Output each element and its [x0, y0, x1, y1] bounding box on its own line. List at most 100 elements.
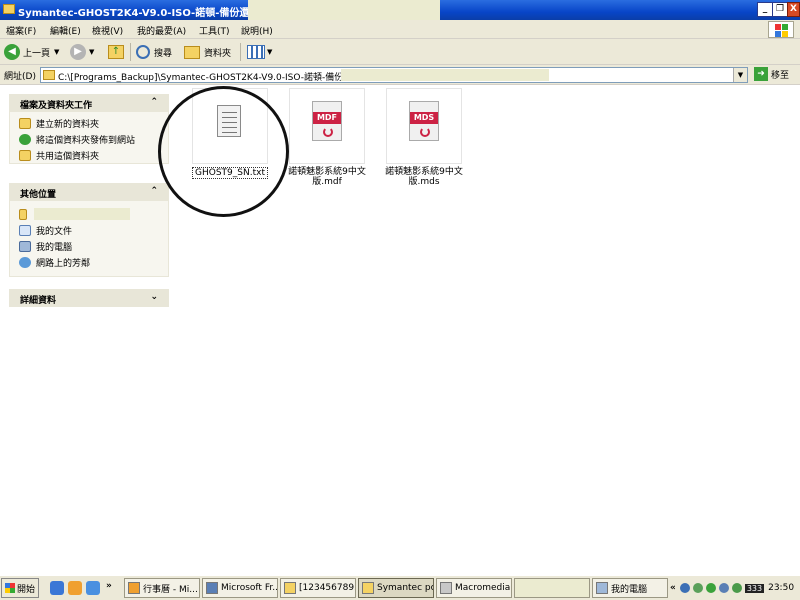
forward-button[interactable]: ▶ ▼	[70, 43, 94, 61]
computer-icon	[19, 241, 31, 252]
file-item-mds[interactable]: MDS 諾頓魅影系統9中文版.mds	[376, 88, 472, 187]
start-label: 開始	[17, 584, 36, 595]
taskbar-item-active[interactable]: Symantec pc...	[358, 578, 434, 598]
windows-logo-icon	[768, 21, 794, 38]
menu-view[interactable]: 檢視(V)	[92, 24, 123, 37]
file-name: 諾頓魅影系統9中文版.mdf	[288, 167, 366, 187]
file-item-mdf[interactable]: MDF 諾頓魅影系統9中文版.mdf	[279, 88, 375, 187]
network-icon[interactable]	[679, 583, 690, 593]
place-my-documents[interactable]: 我的文件	[19, 224, 72, 237]
volume-icon[interactable]	[718, 583, 729, 593]
new-folder-icon	[19, 118, 31, 129]
search-button[interactable]: 搜尋	[136, 43, 172, 61]
task-pane: 檔案及資料夾工作 ⌃ 建立新的資料夾 將這個資料夾發佈到網站 共用這個資料夾 其…	[0, 85, 180, 575]
frontpage-icon	[206, 582, 218, 594]
address-bar: 網址(D) C:\[Programs_Backup]\Symantec-GHOS…	[0, 65, 800, 85]
ie-icon[interactable]	[50, 581, 64, 595]
go-button[interactable]: ➜ 移至	[754, 67, 789, 81]
menu-tools[interactable]: 工具(T)	[199, 24, 230, 37]
place-my-computer[interactable]: 我的電腦	[19, 240, 72, 253]
file-thumbnail: MDS	[386, 88, 462, 164]
tasks-panel-header[interactable]: 檔案及資料夾工作 ⌃	[9, 94, 169, 112]
start-button[interactable]: 開始	[1, 578, 39, 598]
expand-icon[interactable]: ⌄	[150, 292, 158, 302]
menu-help[interactable]: 說明(H)	[241, 24, 273, 37]
task-new-folder[interactable]: 建立新的資料夾	[19, 117, 99, 130]
menu-edit[interactable]: 編輯(E)	[50, 24, 81, 37]
folders-label: 資料夾	[204, 48, 232, 59]
file-name: 諾頓魅影系統9中文版.mds	[385, 167, 463, 187]
back-dropdown-icon[interactable]: ▼	[54, 48, 59, 56]
go-label: 移至	[771, 70, 790, 81]
taskbar-item-label: Macromedia...	[455, 583, 511, 593]
network-icon	[19, 257, 31, 268]
close-button[interactable]: X	[787, 2, 800, 17]
details-panel-header[interactable]: 詳細資料 ⌄	[9, 289, 169, 307]
details-panel-title: 詳細資料	[20, 296, 57, 306]
taskbar-item-label: Symantec pc...	[377, 583, 433, 593]
address-input[interactable]: C:\[Programs_Backup]\Symantec-GHOST2K4-V…	[40, 67, 748, 83]
folders-icon	[184, 45, 200, 59]
antivirus-icon[interactable]	[692, 583, 703, 593]
collapse-icon[interactable]: ⌃	[150, 97, 158, 107]
taskbar-item-label: [123456789...	[299, 583, 355, 593]
desktop-icon[interactable]	[86, 581, 100, 595]
taskbar-item-redacted[interactable]	[514, 578, 590, 598]
task-label: 共用這個資料夾	[36, 152, 100, 162]
system-tray: « 333 23:50	[670, 578, 800, 598]
task-share-folder[interactable]: 共用這個資料夾	[19, 149, 99, 162]
taskbar-item-label: Microsoft Fr...	[221, 583, 278, 593]
menu-bar: 檔案(F) 編輯(E) 檢視(V) 我的最愛(A) 工具(T) 說明(H)	[0, 20, 800, 39]
tray-expand[interactable]: «	[670, 583, 676, 593]
places-panel-title: 其他位置	[20, 190, 57, 200]
computer-icon	[596, 582, 608, 594]
messenger-icon[interactable]	[705, 583, 716, 593]
views-icon	[247, 45, 265, 59]
folder-icon	[3, 4, 15, 14]
windows-logo-icon	[5, 583, 15, 593]
documents-icon	[19, 225, 31, 236]
highlight-circle	[158, 86, 289, 217]
taskbar-item[interactable]: Microsoft Fr...	[202, 578, 278, 598]
taskbar-item[interactable]: [123456789...	[280, 578, 356, 598]
up-folder-button[interactable]: ↑	[108, 43, 124, 61]
minimize-button[interactable]: _	[757, 2, 773, 17]
place-redacted[interactable]	[19, 208, 130, 220]
taskbar-item[interactable]: Macromedia...	[436, 578, 512, 598]
task-publish-web[interactable]: 將這個資料夾發佈到網站	[19, 133, 135, 146]
up-folder-icon: ↑	[108, 45, 124, 59]
quicklaunch-more[interactable]: »	[106, 581, 112, 591]
toolbar: ◀ 上一頁 ▼ ▶ ▼ ↑ 搜尋 資料夾 ▼	[0, 39, 800, 65]
menu-file[interactable]: 檔案(F)	[6, 24, 36, 37]
back-arrow-icon: ◀	[4, 44, 20, 60]
collapse-icon[interactable]: ⌃	[150, 186, 158, 196]
restore-button[interactable]: ❐	[772, 2, 788, 17]
back-button[interactable]: ◀ 上一頁 ▼	[4, 43, 59, 61]
folder-icon	[43, 70, 55, 80]
window-title: Symantec-GHOST2K4-V9.0-ISO-諾頓-備份還原程式	[18, 8, 280, 19]
calendar-icon	[128, 582, 140, 594]
places-panel-header[interactable]: 其他位置 ⌃	[9, 183, 169, 201]
forward-dropdown-icon[interactable]: ▼	[89, 48, 94, 56]
folder-icon	[19, 208, 27, 220]
place-label: 網路上的芳鄰	[36, 259, 91, 269]
tray-badge[interactable]: 333	[744, 583, 765, 593]
share-folder-icon	[19, 150, 31, 161]
views-dropdown-icon[interactable]: ▼	[267, 48, 272, 56]
update-icon[interactable]	[731, 583, 742, 593]
taskbar-item[interactable]: 行事曆 - Mi...	[124, 578, 200, 598]
mdf-badge: MDF	[313, 112, 341, 124]
macromedia-icon	[440, 582, 452, 594]
folders-button[interactable]: 資料夾	[184, 43, 231, 61]
taskbar-item[interactable]: 我的電腦	[592, 578, 668, 598]
place-network[interactable]: 網路上的芳鄰	[19, 256, 90, 269]
redacted-region	[34, 208, 130, 220]
clock: 23:50	[768, 583, 795, 593]
mds-file-icon: MDS	[409, 101, 439, 141]
folder-icon	[284, 582, 296, 594]
outlook-icon[interactable]	[68, 581, 82, 595]
menu-favorites[interactable]: 我的最愛(A)	[137, 24, 186, 37]
views-button[interactable]: ▼	[247, 43, 272, 61]
address-dropdown-icon[interactable]: ▼	[733, 68, 747, 82]
search-label: 搜尋	[154, 48, 173, 59]
